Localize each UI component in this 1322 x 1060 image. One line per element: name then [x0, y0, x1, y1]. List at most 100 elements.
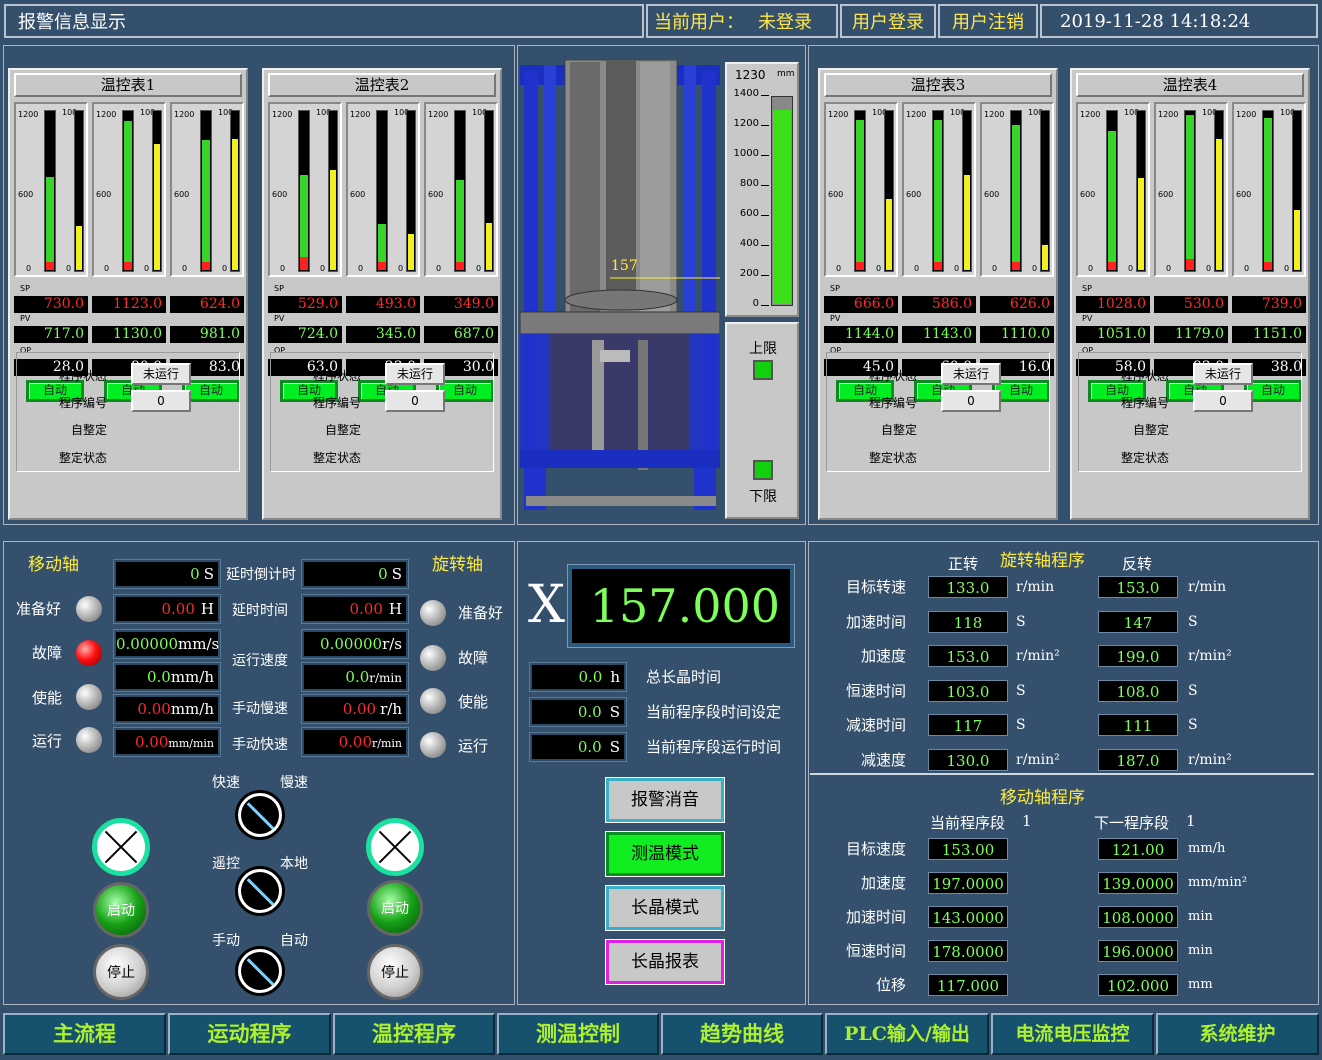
pv-bar: [298, 110, 310, 272]
rot-prog-rev-value[interactable]: 187.0: [1098, 748, 1178, 771]
sp-value[interactable]: 1123.0: [92, 296, 166, 313]
pv-value: 1051.0: [1076, 326, 1150, 343]
sp-value[interactable]: 666.0: [824, 296, 898, 313]
gauge-unit: mm: [777, 69, 795, 79]
sp-value[interactable]: 349.0: [424, 296, 498, 313]
rot-delay[interactable]: 0.00 H: [301, 594, 409, 624]
move-reset-button[interactable]: [92, 818, 150, 876]
sp-value[interactable]: 493.0: [346, 296, 420, 313]
sp-value[interactable]: 739.0: [1232, 296, 1306, 313]
gauge-tick-mark: [761, 275, 769, 276]
growth-mode-button[interactable]: 长晶模式: [605, 885, 725, 931]
prog-num-value[interactable]: 0: [941, 390, 1001, 412]
pv-value: 1143.0: [902, 326, 976, 343]
move-manual-fast[interactable]: 0.00mm/min: [113, 727, 221, 757]
logout-button[interactable]: 用户注销: [938, 4, 1038, 38]
sp-value[interactable]: 529.0: [268, 296, 342, 313]
move-prog-cur-value[interactable]: 178.0000: [928, 940, 1008, 962]
move-manual-slow[interactable]: 0.00mm/h: [113, 694, 221, 724]
rot-prog-rev-unit: r/min²: [1188, 648, 1232, 664]
pv-value: 345.0: [346, 326, 420, 343]
prog-state-value: 未运行: [131, 363, 191, 385]
gauge-tick-label: 1400: [733, 88, 759, 99]
prog-num-value[interactable]: 0: [131, 390, 191, 412]
total-time-value: 0.0: [578, 668, 603, 686]
rot-stop-button[interactable]: 停止: [367, 944, 423, 1000]
move-prog-cur-value[interactable]: 117.000: [928, 974, 1008, 996]
rot-reset-button[interactable]: [366, 818, 424, 876]
rot-prog-fwd-value[interactable]: 117: [928, 714, 1008, 736]
user-status: 未登录: [758, 12, 812, 33]
sp-value[interactable]: 530.0: [1154, 296, 1228, 313]
move-prog-next-value[interactable]: 102.000: [1098, 974, 1178, 996]
gauge-tick-mark: [761, 185, 769, 186]
login-button[interactable]: 用户登录: [840, 4, 936, 38]
manual-auto-knob[interactable]: [235, 946, 285, 996]
gauge-tick-mark: [761, 125, 769, 126]
sp-value[interactable]: 626.0: [980, 296, 1054, 313]
rot-prog-rev-value[interactable]: 199.0: [1098, 645, 1178, 667]
tune-state-label: 整定状态: [869, 451, 918, 465]
speed-selector-knob[interactable]: [235, 790, 285, 840]
pv-fill: [1186, 115, 1194, 270]
nav-tab[interactable]: PLC输入/输出: [825, 1013, 989, 1055]
scale-top: 1200: [18, 110, 39, 119]
rot-prog-fwd-value[interactable]: 153.0: [928, 645, 1008, 667]
remote-local-knob[interactable]: [235, 866, 285, 916]
pv-value: 717.0: [14, 326, 88, 343]
rot-speed-value: 0.00000: [320, 635, 383, 653]
datetime-text: 2019-11-28 14:18:24: [1060, 10, 1251, 32]
move-prog-cur-value[interactable]: 143.0000: [928, 906, 1008, 928]
rot-prog-rev-value[interactable]: 147: [1098, 610, 1178, 633]
move-stop-button[interactable]: 停止: [93, 944, 149, 1000]
prog-num-value[interactable]: 0: [385, 390, 445, 412]
rot-prog-rev-value[interactable]: 153.0: [1098, 576, 1178, 598]
temp-controller-panel: 温控表3 1200 600 0 100 0 1200 600 0 100 0 1200 600 0 100 0…: [818, 68, 1058, 520]
sp-value[interactable]: 1028.0: [1076, 296, 1150, 313]
op-fill: [1042, 245, 1048, 270]
rot-prog-rev-value[interactable]: 111: [1098, 714, 1178, 736]
nav-tab[interactable]: 系统维护: [1156, 1013, 1319, 1055]
move-speed-h-unit: mm/h: [170, 668, 214, 686]
pv-value: 1110.0: [980, 326, 1054, 343]
scale-zero: 0: [1166, 264, 1172, 273]
rot-manual-slow[interactable]: 0.00 r/h: [301, 694, 409, 724]
sp-label: SP: [274, 284, 284, 293]
temp-mode-button[interactable]: 测温模式: [605, 831, 725, 877]
rot-prog-rev-value[interactable]: 108.0: [1098, 679, 1178, 702]
rot-prog-fwd-value[interactable]: 103.0: [928, 679, 1008, 702]
nav-tab[interactable]: 电流电压监控: [991, 1013, 1154, 1055]
move-prog-cur-value[interactable]: 197.0000: [928, 872, 1008, 894]
pv-fill: [300, 175, 308, 270]
move-start-button[interactable]: 启动: [93, 882, 149, 938]
nav-tab[interactable]: 温控程序: [333, 1013, 495, 1055]
nav-tab[interactable]: 测温控制: [497, 1013, 659, 1055]
op-fill: [1138, 178, 1144, 270]
growth-report-button[interactable]: 长晶报表: [605, 939, 725, 985]
sp-value[interactable]: 730.0: [14, 296, 88, 313]
alarm-banner[interactable]: 报警信息显示: [4, 4, 644, 38]
rot-prog-fwd-value[interactable]: 130.0: [928, 748, 1008, 771]
move-prog-next-value[interactable]: 196.0000: [1098, 940, 1178, 962]
move-prog-next-value[interactable]: 139.0000: [1098, 872, 1178, 894]
prog-num-value[interactable]: 0: [1193, 390, 1253, 412]
move-prog-next-value[interactable]: 108.0000: [1098, 906, 1178, 928]
rot-prog-fwd-value[interactable]: 133.0: [928, 576, 1008, 598]
rot-prog-fwd-value[interactable]: 118: [928, 610, 1008, 633]
move-prog-cur-value[interactable]: 153.00: [928, 838, 1008, 860]
alarm-mute-button[interactable]: 报警消音: [605, 777, 725, 823]
sp-value[interactable]: 586.0: [902, 296, 976, 313]
rot-manual-fast[interactable]: 0.00r/min: [301, 727, 409, 757]
op-scale-zero: 0: [398, 264, 404, 273]
pv-label: PV: [274, 314, 285, 323]
sp-value[interactable]: 624.0: [170, 296, 244, 313]
move-delay[interactable]: 0.00 H: [113, 594, 221, 624]
total-time-label: 总长晶时间: [646, 668, 722, 686]
move-prog-next-value[interactable]: 121.00: [1098, 838, 1178, 860]
scale-top: 1200: [906, 110, 927, 119]
nav-tab[interactable]: 趋势曲线: [661, 1013, 823, 1055]
nav-tab[interactable]: 运动程序: [168, 1013, 331, 1055]
scale-top: 1200: [96, 110, 117, 119]
rot-start-button[interactable]: 启动: [367, 880, 423, 936]
nav-tab[interactable]: 主流程: [3, 1013, 166, 1055]
